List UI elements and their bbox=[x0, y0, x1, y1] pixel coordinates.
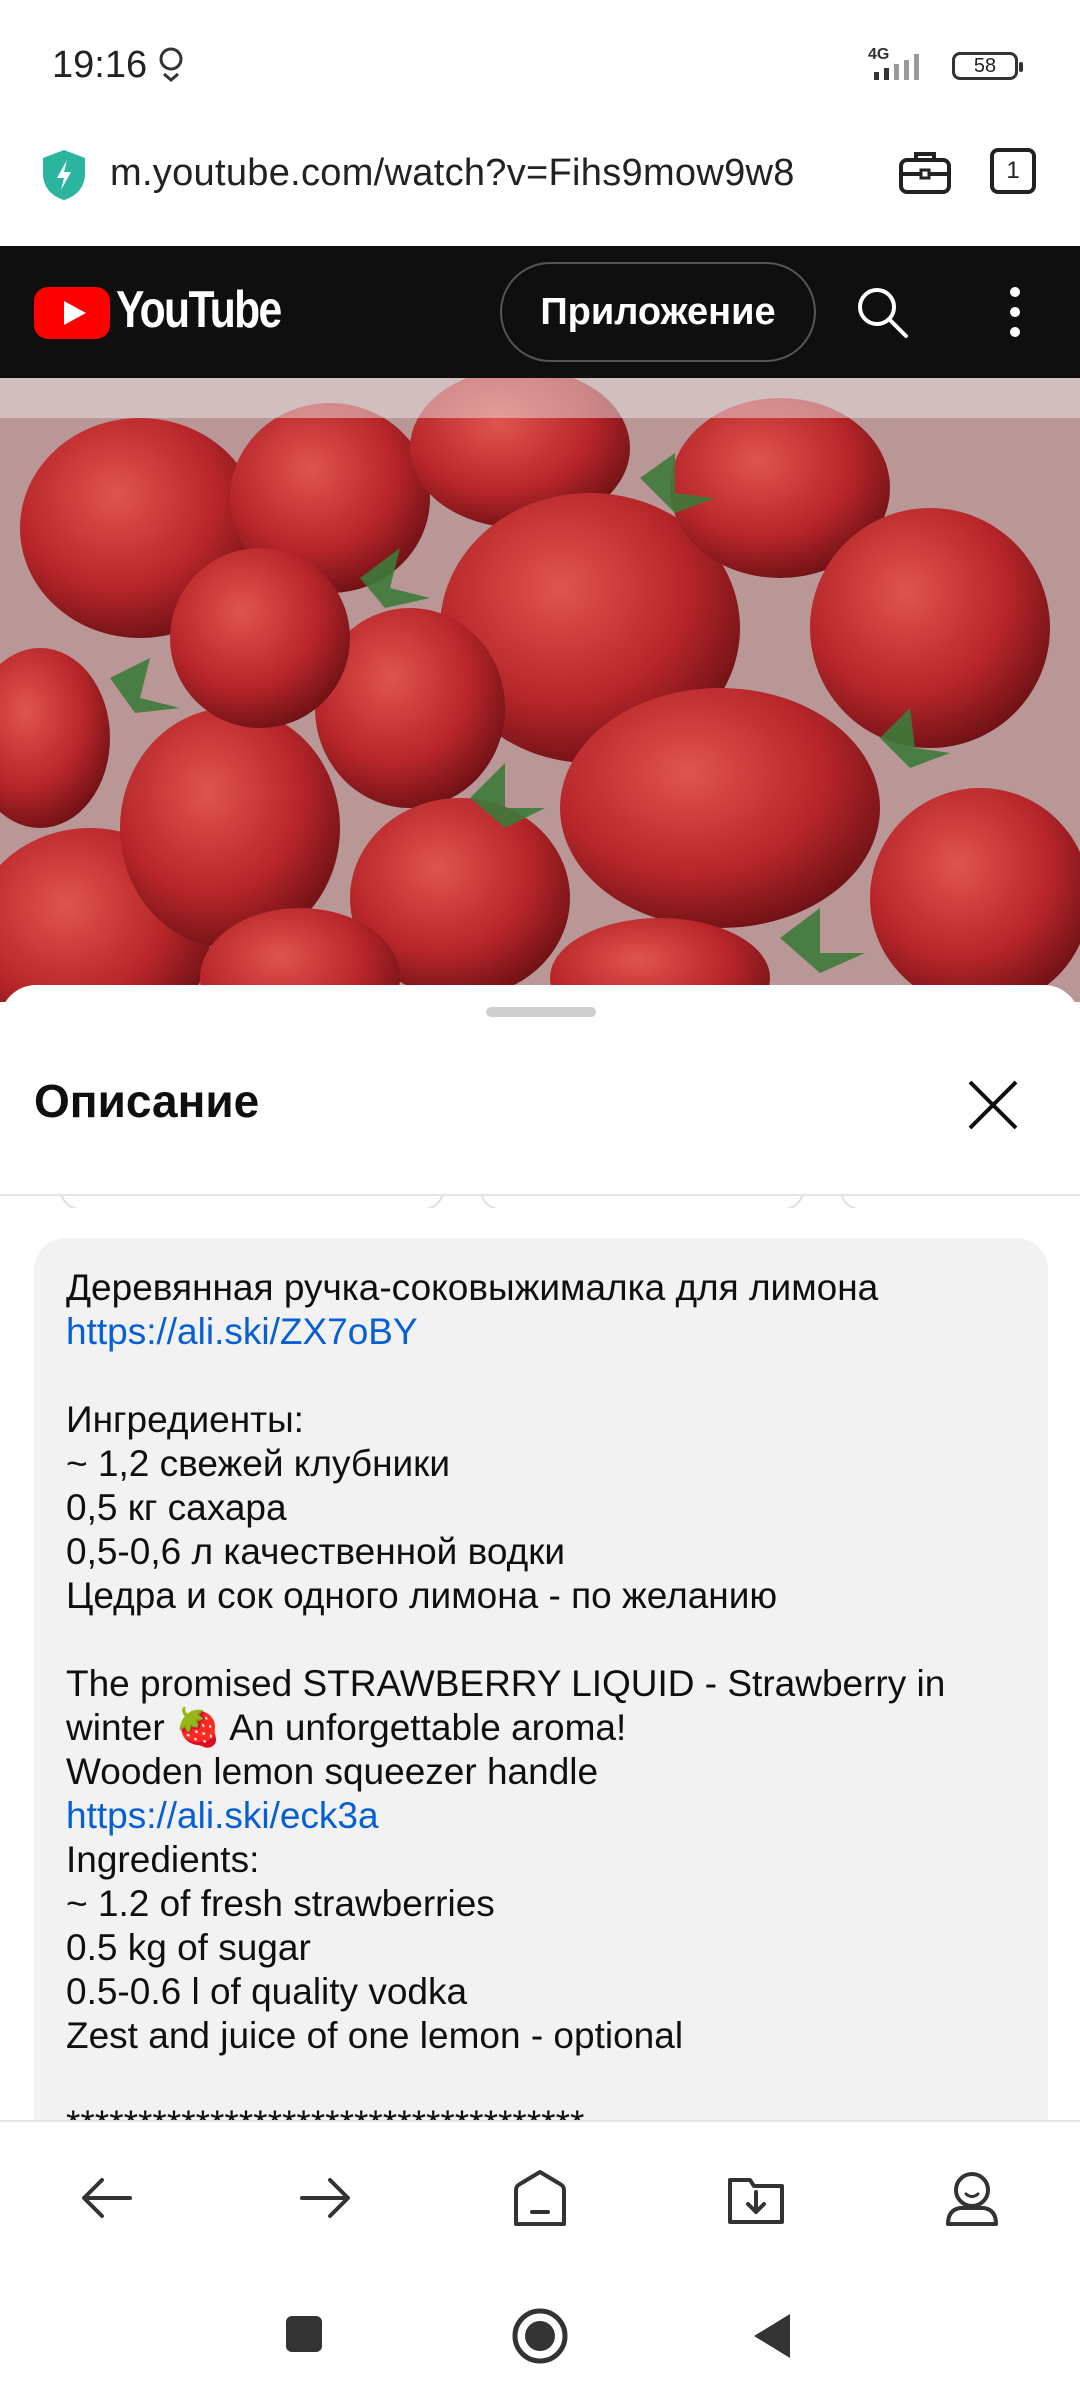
description-line: Ingredients: bbox=[66, 1839, 260, 1880]
profile-icon[interactable] bbox=[940, 2166, 1004, 2230]
youtube-wordmark[interactable]: YouTube bbox=[116, 280, 282, 340]
search-icon[interactable] bbox=[854, 284, 910, 340]
home-circle-icon[interactable] bbox=[512, 2308, 568, 2364]
description-line: The promised STRAWBERRY LIQUID - Strawbe… bbox=[66, 1663, 946, 1704]
description-line bbox=[66, 2058, 1026, 2102]
open-app-label: Приложение bbox=[540, 290, 776, 333]
back-triangle-icon[interactable] bbox=[752, 2312, 792, 2360]
description-line: 0,5-0,6 л качественной водки bbox=[66, 1531, 566, 1572]
back-arrow-icon[interactable] bbox=[76, 2166, 140, 2230]
tabs-button[interactable]: 1 bbox=[990, 148, 1036, 194]
battery-icon: 58 bbox=[952, 52, 1023, 80]
chip[interactable] bbox=[480, 1196, 804, 1208]
signal-icon bbox=[874, 54, 919, 80]
description-line: 0.5-0.6 l of quality vodka bbox=[66, 1971, 468, 2012]
description-line bbox=[66, 1618, 1026, 1662]
description-line: Wooden lemon squeezer handle bbox=[66, 1751, 599, 1792]
description-link[interactable]: https://ali.ski/eck3a bbox=[66, 1794, 1026, 1838]
chips-row bbox=[0, 1196, 1080, 1208]
description-line bbox=[66, 1354, 1026, 1398]
description-line: ~ 1,2 свежей клубники bbox=[66, 1443, 451, 1484]
status-time: 19:16 bbox=[52, 44, 148, 86]
description-line: Цедра и сок одного лимона - по желанию bbox=[66, 1575, 778, 1616]
shield-icon[interactable] bbox=[40, 148, 88, 202]
downloads-icon[interactable] bbox=[724, 2166, 788, 2230]
chip[interactable] bbox=[60, 1196, 444, 1208]
recents-square-icon[interactable] bbox=[284, 2314, 324, 2354]
tab-count: 1 bbox=[1006, 157, 1020, 184]
video-player[interactable] bbox=[0, 378, 1080, 1002]
chip[interactable] bbox=[840, 1196, 1080, 1208]
close-icon[interactable] bbox=[964, 1076, 1022, 1134]
home-icon[interactable] bbox=[508, 2166, 572, 2230]
description-line: Ингредиенты: bbox=[66, 1399, 304, 1440]
sheet-title: Описание bbox=[34, 1075, 260, 1127]
more-options-icon[interactable] bbox=[1000, 284, 1030, 340]
description-line: Zest and juice of one lemon - optional bbox=[66, 2015, 684, 2056]
description-link[interactable]: https://ali.ski/ZX7oBY bbox=[66, 1310, 1026, 1354]
description-line: Деревянная ручка-соковыжималка для лимон… bbox=[66, 1267, 879, 1308]
description-line: 0,5 кг сахара bbox=[66, 1487, 287, 1528]
description-text: Деревянная ручка-соковыжималка для лимон… bbox=[66, 1266, 1026, 2146]
battery-level: 58 bbox=[973, 54, 997, 77]
toolbox-icon[interactable] bbox=[898, 148, 952, 196]
description-line: 0.5 kg of sugar bbox=[66, 1927, 311, 1968]
drag-handle[interactable] bbox=[486, 1007, 596, 1017]
description-line: ~ 1.2 of fresh strawberries bbox=[66, 1883, 495, 1924]
status-bar: 19:16 4G 58 bbox=[0, 0, 1080, 134]
forward-arrow-icon[interactable] bbox=[292, 2166, 356, 2230]
youtube-logo-icon[interactable] bbox=[34, 287, 110, 339]
description-line: winter 🍓 An unforgettable aroma! bbox=[66, 1707, 627, 1748]
address-field[interactable]: m.youtube.com/watch?v=Fihs9mow9w8 bbox=[110, 152, 795, 195]
location-icon bbox=[159, 47, 183, 82]
open-app-button[interactable]: Приложение bbox=[500, 262, 816, 362]
